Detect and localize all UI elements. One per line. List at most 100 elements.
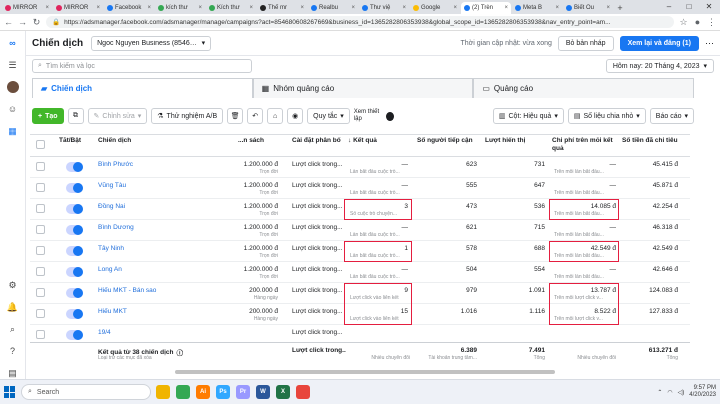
- close-tab-icon[interactable]: ×: [45, 5, 49, 11]
- row-checkbox[interactable]: [36, 246, 45, 255]
- col-attribution[interactable]: Cài đặt phân bổ: [292, 137, 344, 145]
- avatar[interactable]: [6, 81, 19, 93]
- search-filter-input[interactable]: ⌕ Tìm kiếm và lọc: [32, 59, 252, 73]
- campaign-toggle[interactable]: [66, 267, 83, 277]
- row-checkbox[interactable]: [36, 288, 45, 297]
- ab-test-button[interactable]: ⚗ Thử nghiệm A/B: [151, 108, 224, 124]
- table-row[interactable]: Vũng Tàu 1.200.000 đ Trọn đời Lượt click tr…: [30, 178, 690, 199]
- smiley-icon[interactable]: ☺: [7, 103, 19, 115]
- reload-icon[interactable]: ↻: [32, 17, 41, 28]
- campaign-name[interactable]: Bình Phước: [98, 161, 228, 168]
- tab-campaigns[interactable]: ▰ Chiến dịch: [32, 78, 253, 98]
- reports-button[interactable]: Báo cáo ▾: [649, 108, 694, 124]
- discard-draft-button[interactable]: Bỏ bản nháp: [557, 35, 614, 51]
- browser-tab[interactable]: kích thư ×: [155, 2, 205, 14]
- close-tab-icon[interactable]: ×: [453, 5, 457, 11]
- rules-button[interactable]: Quy tắc ▾: [307, 108, 350, 124]
- close-tab-icon[interactable]: ×: [504, 5, 508, 11]
- campaign-name[interactable]: Hiếu MKT - Bán sao: [98, 287, 228, 294]
- campaign-toggle[interactable]: [66, 309, 83, 319]
- campaign-name[interactable]: Hiếu MKT: [98, 308, 228, 315]
- clock[interactable]: 9:57 PM 4/20/2023: [689, 385, 716, 399]
- campaign-toggle[interactable]: [66, 288, 83, 298]
- undo-button[interactable]: ↶: [247, 108, 264, 124]
- col-name[interactable]: Chiến dịch: [98, 137, 198, 145]
- new-tab-icon[interactable]: +: [614, 2, 626, 14]
- close-tab-icon[interactable]: ×: [555, 5, 559, 11]
- browser-tab[interactable]: Google ×: [410, 2, 460, 14]
- close-tab-icon[interactable]: ×: [198, 5, 202, 11]
- back-icon[interactable]: ←: [4, 17, 13, 27]
- browser-tab[interactable]: Thế mr ×: [257, 2, 307, 14]
- campaign-toggle[interactable]: [66, 225, 83, 235]
- col-cost-per-result[interactable]: Chi phí trên mỗi kết quả: [552, 137, 618, 153]
- report-icon[interactable]: ▤: [7, 367, 19, 379]
- close-tab-icon[interactable]: ×: [147, 5, 151, 11]
- photoshop-icon[interactable]: Ps: [216, 385, 230, 399]
- minimize-icon[interactable]: –: [660, 0, 678, 14]
- help-icon[interactable]: ?: [7, 345, 19, 357]
- close-window-icon[interactable]: ✕: [700, 0, 718, 14]
- row-checkbox[interactable]: [36, 330, 45, 339]
- row-checkbox[interactable]: [36, 267, 45, 276]
- grid-icon[interactable]: ▦: [7, 125, 19, 137]
- campaign-name[interactable]: 19/4: [98, 329, 228, 336]
- campaign-toggle[interactable]: [66, 204, 83, 214]
- row-checkbox[interactable]: [36, 309, 45, 318]
- preview-button[interactable]: ◉: [287, 108, 304, 124]
- col-toggle[interactable]: Tắt/Bật: [59, 137, 99, 145]
- row-checkbox[interactable]: [36, 183, 45, 192]
- chevron-up-icon[interactable]: ⌃: [657, 389, 662, 396]
- col-results[interactable]: ↓ Kết quả: [348, 137, 408, 145]
- settings-icon[interactable]: ⚙: [7, 279, 19, 291]
- campaign-toggle[interactable]: [66, 246, 83, 256]
- browser-tab[interactable]: Facebook ×: [104, 2, 154, 14]
- row-checkbox[interactable]: [36, 162, 45, 171]
- maximize-icon[interactable]: □: [680, 0, 698, 14]
- browser-tab[interactable]: (2) Trèn ×: [461, 2, 511, 14]
- browser-tab[interactable]: Meta B ×: [512, 2, 562, 14]
- browser-tab[interactable]: Realbu ×: [308, 2, 358, 14]
- close-tab-icon[interactable]: ×: [402, 5, 406, 11]
- review-publish-button[interactable]: Xem lại và đăng (1): [619, 35, 699, 51]
- browser-tab[interactable]: Thư việ ×: [359, 2, 409, 14]
- wifi-icon[interactable]: ◠: [667, 389, 672, 396]
- table-row[interactable]: Bình Phước 1.200.000 đ Trọn đời Lượt click …: [30, 157, 690, 178]
- excel-icon[interactable]: X: [276, 385, 290, 399]
- info-icon[interactable]: ⓘ: [177, 347, 184, 357]
- more-options-icon[interactable]: ⋯: [705, 38, 714, 49]
- bookmark-star-icon[interactable]: ☆: [679, 17, 688, 28]
- file-explorer-icon[interactable]: [156, 385, 170, 399]
- search-icon[interactable]: ⌕: [7, 323, 19, 335]
- campaign-toggle[interactable]: [66, 330, 83, 340]
- col-reach[interactable]: Số người tiếp cận: [417, 137, 477, 145]
- volume-icon[interactable]: ◁): [678, 389, 685, 396]
- campaign-name[interactable]: Đồng Nai: [98, 203, 228, 210]
- duplicate-button[interactable]: ⧉: [67, 108, 84, 124]
- media-icon[interactable]: [296, 385, 310, 399]
- taskbar-search[interactable]: ⌕ Search: [21, 384, 151, 400]
- view-setup-toggle[interactable]: Xem thiết lập: [354, 109, 394, 123]
- table-row[interactable]: Bình Dương 1.200.000 đ Trọn đời Lượt click …: [30, 220, 690, 241]
- horizontal-scrollbar[interactable]: [175, 370, 555, 374]
- tab-ads[interactable]: ▭ Quảng cáo: [473, 78, 695, 98]
- tag-button[interactable]: ⌂: [267, 108, 284, 124]
- campaign-name[interactable]: Long An: [98, 266, 228, 273]
- date-range-picker[interactable]: Hôm nay: 20 Tháng 4, 2023 ▾: [605, 59, 714, 73]
- windows-start-icon[interactable]: [4, 386, 16, 398]
- select-all-checkbox[interactable]: [36, 140, 45, 149]
- table-row[interactable]: Long An 1.200.000 đ Trọn đời Lượt click tro…: [30, 262, 690, 283]
- menu-icon[interactable]: ☰: [7, 59, 19, 71]
- forward-icon[interactable]: →: [18, 17, 27, 27]
- close-tab-icon[interactable]: ×: [606, 5, 610, 11]
- close-tab-icon[interactable]: ×: [300, 5, 304, 11]
- create-button[interactable]: + Tạo: [32, 108, 64, 124]
- tab-adsets[interactable]: ▦ Nhóm quảng cáo: [252, 78, 474, 98]
- browser-tab[interactable]: Kích thư ×: [206, 2, 256, 14]
- columns-button[interactable]: ▥ Cột: Hiệu quả ▾: [492, 108, 564, 124]
- chrome-icon[interactable]: [176, 385, 190, 399]
- notifications-icon[interactable]: 🔔: [7, 301, 19, 313]
- word-icon[interactable]: W: [256, 385, 270, 399]
- row-checkbox[interactable]: [36, 225, 45, 234]
- campaign-name[interactable]: Tây Ninh: [98, 245, 228, 252]
